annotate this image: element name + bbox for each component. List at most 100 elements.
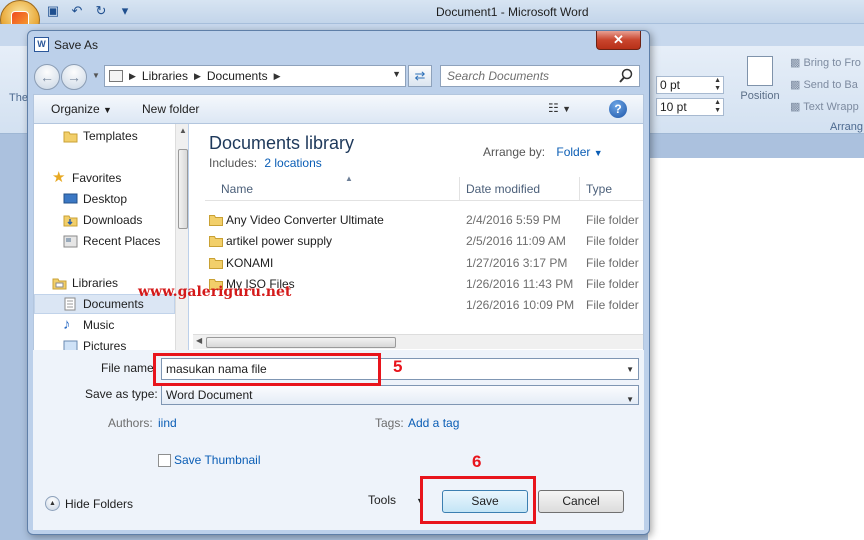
address-bar[interactable]: ▶ Libraries ▶ Documents ▶ ▼ xyxy=(104,65,406,87)
spacing-after-input[interactable]: 10 pt ▲ ▼ xyxy=(656,98,724,116)
tools-button[interactable]: Tools ▼ xyxy=(368,493,425,507)
nav-pane-scrollbar[interactable]: ▲ xyxy=(175,124,188,350)
save-thumbnail-checkbox[interactable] xyxy=(158,454,171,467)
nav-item-label: Templates xyxy=(83,129,138,143)
close-button[interactable]: ✕ xyxy=(596,31,641,50)
nav-item-templates[interactable]: Templates xyxy=(34,126,175,146)
save-as-type-select[interactable]: Word Document ▼ xyxy=(161,385,639,405)
help-icon[interactable]: ? xyxy=(609,100,627,118)
spacing-before-input[interactable]: 0 pt ▲ ▼ xyxy=(656,76,724,94)
cancel-button[interactable]: Cancel xyxy=(538,490,624,513)
column-header-type[interactable]: Type xyxy=(586,182,612,196)
file-row[interactable]: Any Video Converter Ultimate 2/4/2016 5:… xyxy=(205,210,643,231)
new-folder-button[interactable]: New folder xyxy=(142,102,199,116)
scrollbar-thumb[interactable] xyxy=(206,337,396,348)
chevron-right-icon[interactable]: ▶ xyxy=(194,69,201,84)
position-button[interactable]: Position xyxy=(736,52,784,122)
library-includes: Includes: 2 locations xyxy=(209,156,322,170)
column-header-name[interactable]: Name xyxy=(221,182,253,196)
save-thumbnail-label[interactable]: Save Thumbnail xyxy=(174,453,261,467)
recent-places-icon xyxy=(63,235,78,248)
file-row[interactable]: KONAMI 1/27/2016 3:17 PM File folder xyxy=(205,253,643,274)
file-date: 2/5/2016 11:09 AM xyxy=(466,234,566,248)
search-input[interactable] xyxy=(441,66,617,86)
forward-button[interactable]: → xyxy=(61,64,87,90)
file-type: File folder xyxy=(586,234,639,248)
nav-item-label: Libraries xyxy=(72,276,119,290)
file-name-label: File name: xyxy=(101,361,158,375)
column-divider[interactable] xyxy=(459,177,460,201)
desktop-icon xyxy=(63,193,78,204)
arrange-by-value: Folder xyxy=(556,145,591,159)
locations-link[interactable]: 2 locations xyxy=(264,156,321,170)
breadcrumb-libraries[interactable]: Libraries xyxy=(142,69,188,84)
nav-item-favorites[interactable]: ★ Favorites xyxy=(34,168,175,188)
arrange-by-dropdown[interactable]: Folder ▼ xyxy=(556,145,602,159)
folder-icon xyxy=(209,215,223,226)
word-doc-icon: W xyxy=(34,37,49,52)
column-headers: ▲ Name Date modified Type xyxy=(205,174,643,201)
sort-ascending-icon: ▲ xyxy=(345,174,353,183)
arrange-by-label: Arrange by: xyxy=(483,145,546,159)
chevron-down-icon[interactable]: ▼ xyxy=(392,69,401,79)
libraries-icon xyxy=(52,278,67,290)
nav-item-label: Downloads xyxy=(83,213,143,227)
nav-item-downloads[interactable]: Downloads xyxy=(34,210,175,230)
file-type: File folder xyxy=(586,277,639,291)
nav-item-music[interactable]: ♪ Music xyxy=(34,315,175,335)
chevron-right-icon[interactable]: ▶ xyxy=(274,69,281,84)
refresh-button[interactable]: ⇄ xyxy=(408,65,432,87)
folder-icon xyxy=(209,258,223,269)
send-to-back-button[interactable]: ▩ Send to Ba xyxy=(790,78,858,91)
organize-button[interactable]: Organize ▼ xyxy=(51,102,112,116)
save-icon[interactable]: ▣ xyxy=(44,3,62,19)
dialog-titlebar[interactable]: W Save As ✕ xyxy=(28,31,649,59)
customize-icon[interactable]: ▾ xyxy=(116,3,134,19)
quick-access-toolbar: ▣ ↶ ↻ ▾ xyxy=(44,3,134,19)
change-view-button[interactable]: ☷ ▼ xyxy=(548,101,582,119)
search-box xyxy=(440,65,640,87)
file-row[interactable]: artikel power supply 2/5/2016 11:09 AM F… xyxy=(205,231,643,252)
bring-to-front-button[interactable]: ▩ Bring to Fro xyxy=(790,56,861,69)
scrollbar-thumb[interactable] xyxy=(178,149,188,229)
text-wrapping-button[interactable]: ▩ Text Wrapp xyxy=(790,100,859,113)
nav-item-pictures[interactable]: Pictures xyxy=(34,336,175,350)
recent-locations-dropdown-icon[interactable]: ▼ xyxy=(92,71,100,80)
column-header-date[interactable]: Date modified xyxy=(466,182,540,196)
hide-folders-label: Hide Folders xyxy=(65,497,134,511)
horizontal-scrollbar[interactable]: ◀ xyxy=(193,334,643,349)
tags-input[interactable]: Add a tag xyxy=(408,416,459,430)
nav-item-recent-places[interactable]: Recent Places xyxy=(34,231,175,251)
nav-item-label: Favorites xyxy=(72,171,122,185)
chevron-up-icon: ▲ xyxy=(45,496,60,511)
nav-item-label: Music xyxy=(83,318,115,332)
authors-value[interactable]: iind xyxy=(158,416,177,430)
column-divider[interactable] xyxy=(579,177,580,201)
library-title: Documents library xyxy=(209,133,355,153)
pictures-icon xyxy=(63,340,78,350)
search-icon[interactable] xyxy=(619,68,633,84)
file-type: File folder xyxy=(586,298,639,312)
scroll-up-icon[interactable]: ▲ xyxy=(179,126,187,135)
tools-label: Tools xyxy=(368,493,397,507)
document-page[interactable] xyxy=(648,158,864,540)
undo-icon[interactable]: ↶ xyxy=(68,3,86,19)
spinner-icon[interactable]: ▲ ▼ xyxy=(714,77,721,93)
file-name: Any Video Converter Ultimate xyxy=(226,213,384,227)
chevron-down-icon[interactable]: ▼ xyxy=(626,391,634,409)
spinner-icon[interactable]: ▲ ▼ xyxy=(714,99,721,115)
text-wrapping-label: Text Wrapp xyxy=(803,101,859,113)
arrange-group-label: Arrang xyxy=(830,121,864,133)
chevron-down-icon[interactable]: ▼ xyxy=(626,365,634,374)
scroll-left-icon[interactable]: ◀ xyxy=(196,336,202,345)
word-titlebar: ▣ ↶ ↻ ▾ Document1 - Microsoft Word xyxy=(0,0,864,24)
forward-arrow-icon: → xyxy=(67,69,81,85)
chevron-right-icon[interactable]: ▶ xyxy=(129,69,136,84)
view-icon: ☷ xyxy=(548,101,559,115)
redo-icon[interactable]: ↻ xyxy=(92,3,110,19)
send-to-back-icon: ▩ xyxy=(790,79,804,91)
breadcrumb-documents[interactable]: Documents xyxy=(207,69,268,84)
nav-item-desktop[interactable]: Desktop xyxy=(34,189,175,209)
back-button[interactable]: ← xyxy=(34,64,60,90)
nav-item-label: Recent Places xyxy=(83,234,161,248)
